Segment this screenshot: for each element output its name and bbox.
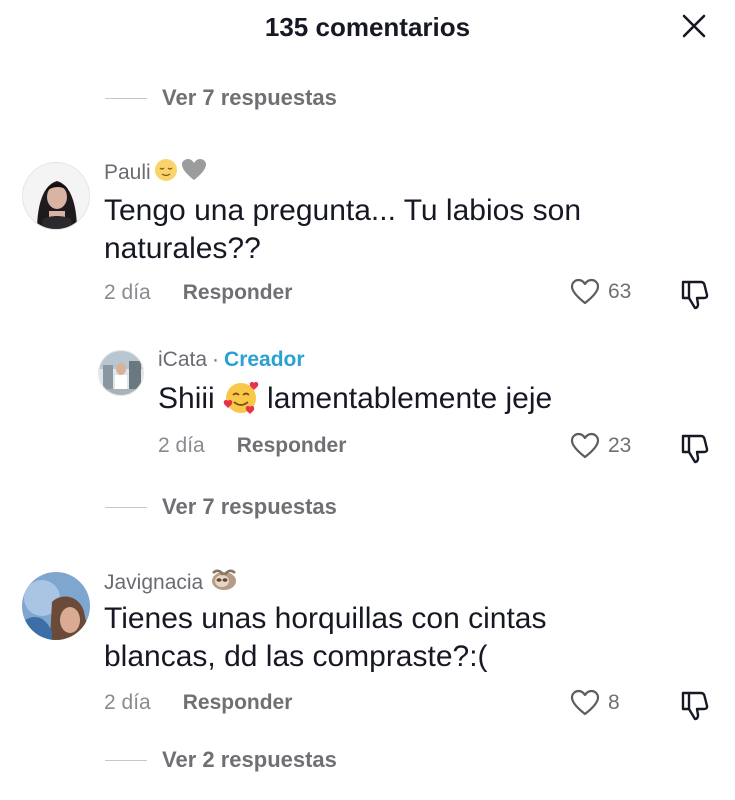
reply-button[interactable]: Responder [183,281,293,305]
comment-meta: 2 día Responder [104,691,292,715]
creator-badge: Creador [224,348,305,371]
reply-username-row: iCata · Creador [158,348,305,372]
comment-username[interactable]: Pauli [104,158,207,188]
reply-meta: 2 día Responder [158,434,346,458]
reply-text-part: lamentablemente jeje [258,382,553,415]
comment-meta: 2 día Responder [104,281,292,305]
comment-text: Tienes unas horquillas con cintas blanca… [104,602,547,673]
separator-dot: · [212,348,220,371]
divider-line [105,97,147,99]
reply-button[interactable]: Responder [237,434,347,458]
grey-heart-icon [181,158,207,188]
divider-line [105,759,147,761]
close-icon[interactable] [680,12,708,40]
reply-text: Shiii lamentablemente jeje [158,380,552,418]
reply-text-part: Shiii [158,382,215,415]
reply-time: 2 día [158,434,205,457]
comment-text: Tengo una pregunta... Tu labios son natu… [104,194,582,265]
like-count: 63 [608,280,632,303]
heart-icon [570,278,600,305]
relieved-face-icon [154,158,178,188]
like-button[interactable]: 63 [570,278,631,306]
like-button[interactable]: 8 [570,689,620,717]
comment-username[interactable]: Javignacia [104,569,237,597]
dislike-icon[interactable] [680,278,710,315]
heart-icon [570,432,600,459]
view-replies-label: Ver 7 respuestas [162,85,337,110]
view-replies-label: Ver 2 respuestas [162,747,337,772]
username-text: Javignacia [104,571,204,594]
view-replies-button[interactable]: Ver 7 respuestas [105,491,337,523]
avatar[interactable] [22,572,90,640]
dislike-icon[interactable] [680,689,710,726]
view-replies-button[interactable]: Ver 2 respuestas [105,744,337,776]
username-text: Pauli [104,161,151,184]
reply-username[interactable]: iCata [158,348,207,372]
avatar[interactable] [98,350,144,396]
like-count: 8 [608,691,620,714]
heart-icon [570,689,600,716]
like-button[interactable]: 23 [570,432,631,460]
comments-sheet: 135 comentarios Ver 7 respuestas Pauli T… [0,0,735,800]
dislike-icon[interactable] [680,432,710,469]
like-count: 23 [608,434,632,457]
sheet-title: 135 comentarios [264,12,471,42]
view-replies-label: Ver 7 respuestas [162,494,337,519]
sloth-icon [211,569,237,597]
view-replies-button[interactable]: Ver 7 respuestas [105,82,337,114]
comment-time: 2 día [104,281,151,304]
divider-line [105,506,147,508]
avatar[interactable] [22,162,90,230]
smiling-face-with-hearts-icon [222,380,260,421]
reply-button[interactable]: Responder [183,691,293,715]
comment-time: 2 día [104,691,151,714]
